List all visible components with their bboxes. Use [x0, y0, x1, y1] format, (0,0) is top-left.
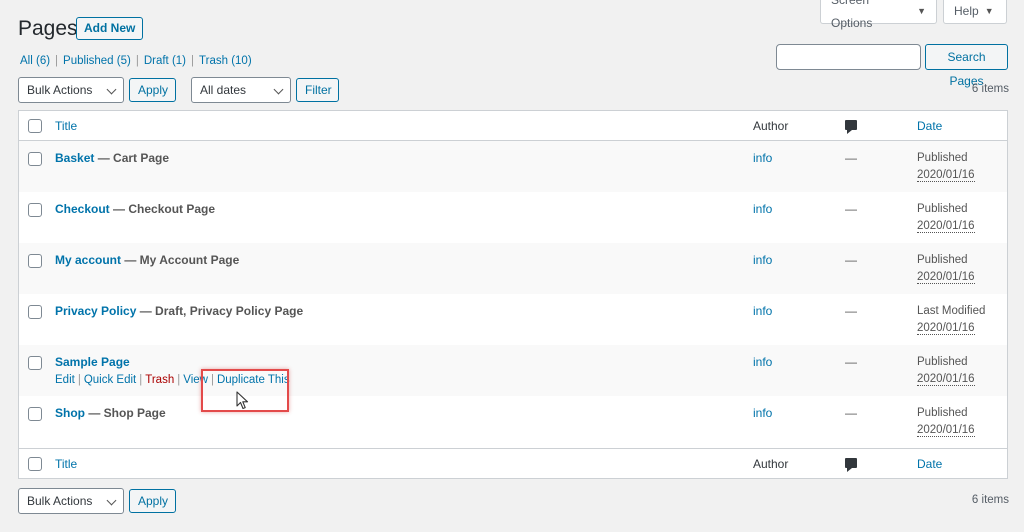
comments-count: —	[845, 151, 857, 165]
column-author: Author	[753, 119, 789, 133]
page-title-link[interactable]: My account	[55, 253, 121, 267]
trash-link[interactable]: Trash	[145, 374, 174, 386]
date-value: 2020/01/16	[917, 169, 975, 182]
mouse-pointer-icon	[236, 391, 249, 410]
apply-button[interactable]: Apply	[129, 78, 176, 102]
author-link[interactable]: info	[753, 355, 772, 369]
date-value: 2020/01/16	[917, 271, 975, 284]
filter-trash[interactable]: Trash (10)	[199, 55, 252, 67]
select-all-checkbox[interactable]	[28, 119, 42, 133]
table-row: Privacy Policy — Draft, Privacy Policy P…	[19, 294, 1007, 345]
chevron-down-icon	[106, 495, 117, 506]
column-date[interactable]: Date	[917, 457, 942, 471]
filter-button[interactable]: Filter	[296, 78, 339, 102]
bulk-actions-select-bottom[interactable]: Bulk Actions	[18, 488, 124, 514]
screen-options-label: Screen Options	[831, 0, 873, 30]
table-header: Title Author Date	[19, 111, 1007, 141]
search-input[interactable]	[776, 44, 921, 70]
comments-count: —	[845, 202, 857, 216]
date-status: Published	[917, 203, 968, 215]
author-link[interactable]: info	[753, 253, 772, 267]
add-new-button[interactable]: Add New	[76, 17, 144, 40]
caret-down-icon: ▼	[917, 6, 926, 16]
screen-options-tab[interactable]: Screen Options ▼	[820, 0, 937, 30]
help-tab[interactable]: Help ▼	[943, 0, 1007, 24]
page-title-link[interactable]: Sample Page	[55, 355, 130, 369]
help-label: Help	[954, 4, 979, 18]
date-value: 2020/01/16	[917, 373, 975, 386]
items-count: 6 items	[971, 83, 1009, 95]
page-title-link[interactable]: Basket	[55, 151, 94, 165]
table-row: My account — My Account Page info — Publ…	[19, 243, 1007, 294]
author-link[interactable]: info	[753, 304, 772, 318]
row-checkbox[interactable]	[28, 305, 42, 319]
row-checkbox[interactable]	[28, 203, 42, 217]
comments-count: —	[845, 406, 857, 420]
date-value: 2020/01/16	[917, 322, 975, 335]
row-checkbox[interactable]	[28, 152, 42, 166]
comments-count: —	[845, 304, 857, 318]
table-footer: Title Author Date	[19, 448, 1007, 478]
edit-link[interactable]: Edit	[55, 374, 75, 386]
comments-count: —	[845, 253, 857, 267]
page-state: — My Account Page	[121, 253, 240, 267]
items-count-bottom: 6 items	[971, 494, 1009, 506]
author-link[interactable]: info	[753, 406, 772, 420]
author-link[interactable]: info	[753, 151, 772, 165]
date-status: Published	[917, 407, 968, 419]
filter-draft[interactable]: Draft (1)	[144, 55, 186, 67]
date-status: Published	[917, 254, 968, 266]
row-checkbox[interactable]	[28, 254, 42, 268]
page-title-link[interactable]: Shop	[55, 406, 85, 420]
date-status: Last Modified	[917, 305, 986, 317]
table-row: Basket — Cart Page info — Published 2020/…	[19, 141, 1007, 192]
column-date[interactable]: Date	[917, 119, 942, 133]
filter-all[interactable]: All (6)	[20, 55, 50, 67]
row-checkbox[interactable]	[28, 356, 42, 370]
comment-bubble-icon	[845, 120, 857, 134]
caret-down-icon: ▼	[984, 6, 994, 16]
author-link[interactable]: info	[753, 202, 772, 216]
row-checkbox[interactable]	[28, 407, 42, 421]
search-pages-button[interactable]: Search Pages	[925, 44, 1008, 88]
column-title[interactable]: Title	[55, 119, 77, 133]
select-all-checkbox[interactable]	[28, 457, 42, 471]
chevron-down-icon	[273, 84, 284, 95]
page-state: — Draft, Privacy Policy Page	[136, 304, 304, 318]
page-state: — Checkout Page	[109, 202, 216, 216]
page-title-link[interactable]: Checkout	[55, 202, 110, 216]
table-row: Sample Page Edit | Quick Edit | Trash | View | D…	[19, 345, 1007, 396]
quick-edit-link[interactable]: Quick Edit	[84, 374, 136, 386]
column-title[interactable]: Title	[55, 457, 77, 471]
comments-count: —	[845, 355, 857, 369]
filter-published[interactable]: Published (5)	[63, 55, 131, 67]
column-author: Author	[753, 457, 789, 471]
page-state: — Cart Page	[94, 151, 170, 165]
date-value: 2020/01/16	[917, 424, 975, 437]
status-filters: All (6) | Published (5) | Draft (1) | Trash (1…	[20, 55, 252, 67]
date-status: Published	[917, 356, 968, 368]
date-value: 2020/01/16	[917, 220, 975, 233]
comment-bubble-icon	[845, 458, 857, 472]
date-status: Published	[917, 152, 968, 164]
table-row: Checkout — Checkout Page info — Publishe…	[19, 192, 1007, 243]
bulk-actions-select[interactable]: Bulk Actions	[18, 77, 124, 103]
page-title-link[interactable]: Privacy Policy	[55, 304, 136, 318]
page-state: — Shop Page	[85, 406, 166, 420]
table-row: Shop — Shop Page info — Published 2020/01…	[19, 396, 1007, 447]
pages-table: Title Author Date Basket — Cart Page inf…	[18, 110, 1008, 479]
dates-select[interactable]: All dates	[191, 77, 291, 103]
chevron-down-icon	[106, 84, 117, 95]
page-title: Pages	[18, 17, 78, 40]
apply-button-bottom[interactable]: Apply	[129, 489, 176, 513]
